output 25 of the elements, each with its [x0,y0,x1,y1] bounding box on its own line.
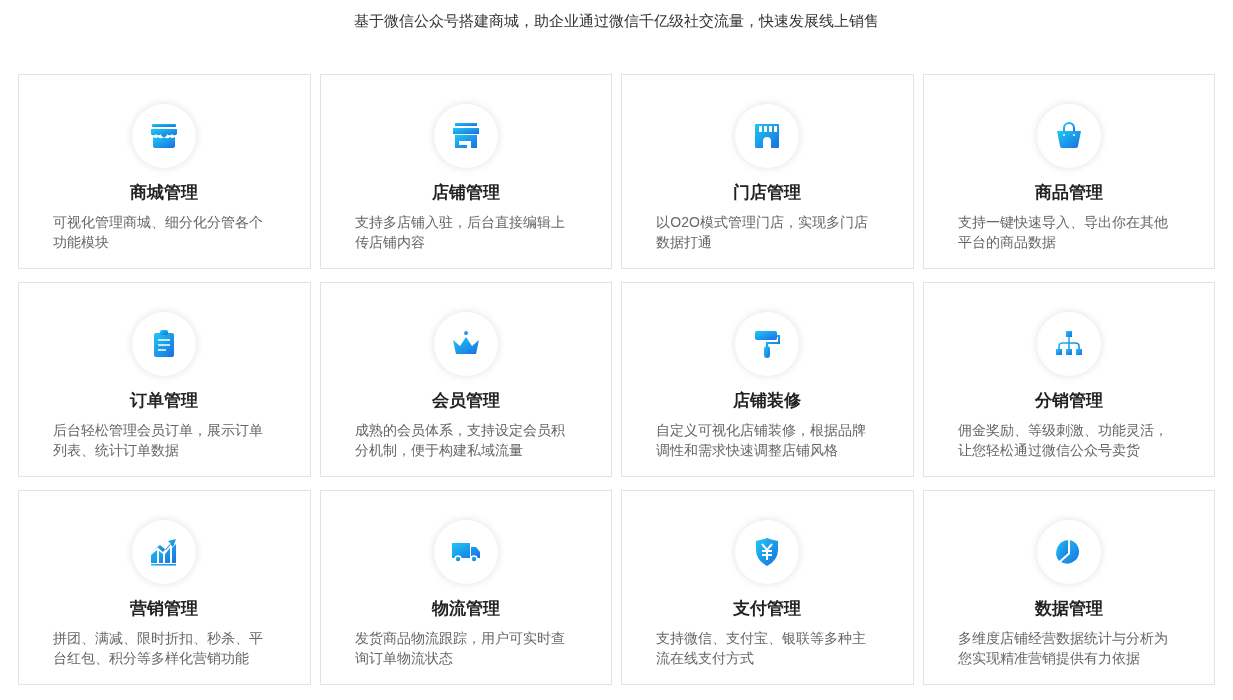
feature-title: 订单管理 [130,390,199,412]
feature-description: 支持一键快速导入、导出你在其他平台的商品数据 [957,213,1169,252]
feature-description: 成熟的会员体系，支持设定会员积分机制，便于构建私域流量 [354,421,566,460]
feature-title: 支付管理 [733,598,802,620]
feature-title: 分销管理 [1034,390,1103,412]
feature-description: 后台轻松管理会员订单，展示订单列表、统计订单数据 [53,421,265,460]
feature-description: 拼团、满减、限时折扣、秒杀、平台红包、积分等多样化营销功能 [53,629,265,668]
feature-description: 佣金奖励、等级刺激、功能灵活，让您轻松通过微信公众号卖货 [957,421,1169,460]
feature-title: 营销管理 [130,598,199,620]
feature-description: 支持微信、支付宝、银联等多种主流在线支付方式 [656,629,868,668]
feature-title: 物流管理 [431,598,500,620]
feature-description: 以O2O模式管理门店，实现多门店数据打通 [656,213,869,252]
subtitle: 基于微信公众号搭建商城，助企业通过微信千亿级社交流量，快速发展线上销售 [353,11,880,31]
feature-title: 店铺管理 [431,182,500,204]
feature-description: 可视化管理商城、细分化分管各个功能模块 [53,213,265,252]
feature-title: 店铺装修 [733,390,802,412]
feature-description: 自定义可视化店铺装修，根据品牌调性和需求快速调整店铺风格 [656,421,868,460]
feature-description: 多维度店铺经营数据统计与分析为您实现精准营销提供有力依据 [957,629,1169,668]
feature-description: 发货商品物流跟踪，用户可实时查询订单物流状态 [354,629,566,668]
feature-title: 数据管理 [1034,598,1103,620]
feature-title: 商品管理 [1034,182,1103,204]
feature-description: 支持多店铺入驻，后台直接编辑上传店铺内容 [354,213,566,252]
feature-title: 商城管理 [130,182,199,204]
feature-title: 会员管理 [431,390,500,412]
feature-title: 门店管理 [733,182,802,204]
